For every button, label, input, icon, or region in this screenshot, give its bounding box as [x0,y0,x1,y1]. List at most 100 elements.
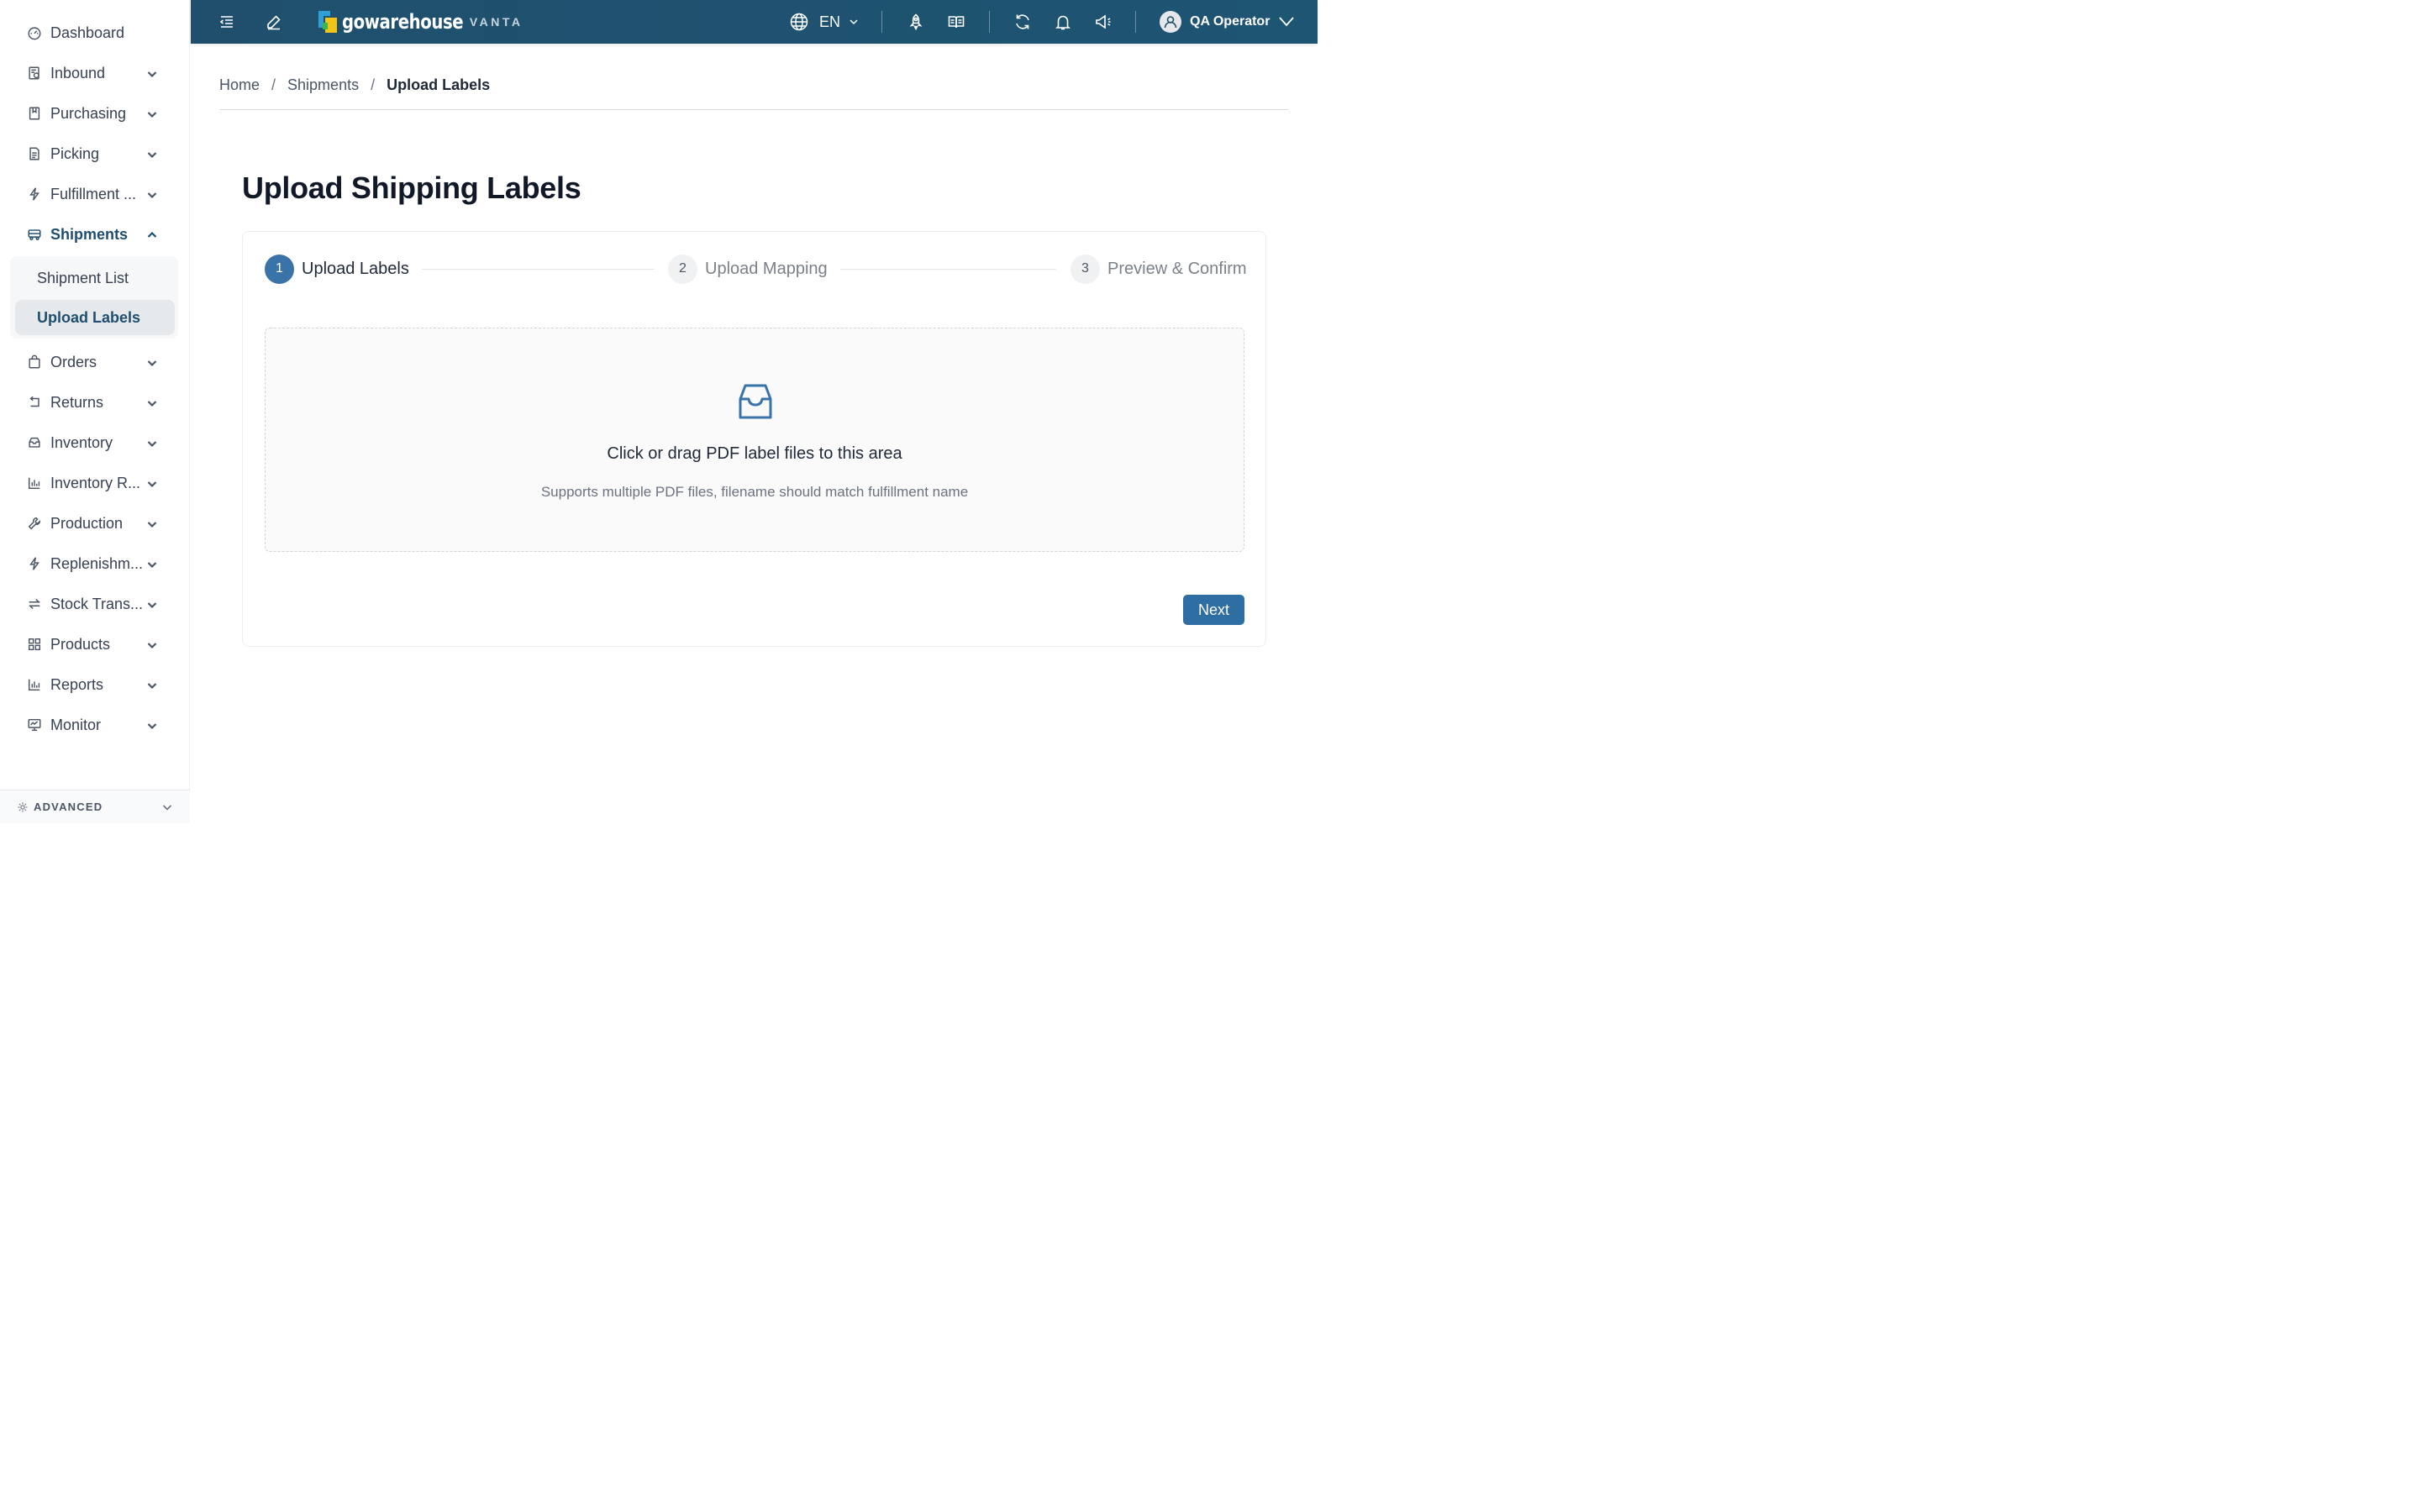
monitor-icon [25,716,44,734]
bar-chart-icon [25,675,44,694]
sidebar-item-orders[interactable]: Orders [13,345,176,379]
chevron-down-icon [850,19,858,25]
breadcrumb-separator: / [371,76,376,93]
step-number: 3 [1071,254,1100,284]
edit-icon[interactable] [263,11,285,33]
chevron-up-icon [146,228,160,241]
sidebar-item-reports[interactable]: Reports [13,668,176,701]
grid-icon [25,635,44,654]
sidebar-item-returns[interactable]: Returns [13,386,176,419]
sidebar: Dashboard Inbound Purchasing Picking Ful… [0,0,190,823]
page-title: Upload Shipping Labels [242,171,581,205]
chevron-down-icon [146,187,160,201]
sidebar-item-inventory[interactable]: Inventory [13,426,176,459]
sidebar-item-label: Products [50,635,111,653]
sidebar-item-label: Inbound [50,64,106,81]
divider [219,109,1288,110]
refresh-icon[interactable] [1012,11,1034,33]
rocket-icon[interactable] [905,11,927,33]
language-selector[interactable]: EN [789,11,859,33]
collapse-menu-icon[interactable] [216,11,238,33]
breadcrumb-current: Upload Labels [387,76,491,93]
sidebar-item-label: Picking [50,144,100,162]
shipments-submenu: Shipment List Upload Labels [10,256,178,339]
chevron-down-icon [146,396,160,409]
step-upload-mapping[interactable]: 2 Upload Mapping [668,254,828,284]
logo-subtitle: VANTA [469,15,523,29]
bar-chart-icon [25,474,44,492]
divider [881,11,882,33]
sidebar-item-production[interactable]: Production [13,507,176,540]
chevron-down-icon [161,801,173,816]
sidebar-item-monitor[interactable]: Monitor [13,708,176,742]
swap-icon [25,595,44,613]
lightning-icon [25,185,44,203]
sidebar-item-inventory-reports[interactable]: Inventory R... [13,466,176,500]
next-button[interactable]: Next [1183,595,1244,625]
dashboard-icon [25,24,44,42]
sidebar-item-stock-transfer[interactable]: Stock Trans... [13,587,176,621]
chevron-down-icon [146,678,160,691]
globe-icon [790,13,808,31]
sidebar-item-purchasing[interactable]: Purchasing [13,97,176,130]
dropzone-title: Click or drag PDF label files to this ar… [607,444,902,463]
sidebar-item-label: Dashboard [50,24,125,41]
chevron-down-icon [146,147,160,160]
step-label: Upload Mapping [705,259,828,278]
sidebar-item-shipments[interactable]: Shipments [13,218,176,251]
avatar [1160,11,1181,33]
step-label: Preview & Confirm [1107,259,1247,278]
lightning-icon [25,554,44,573]
language-label: EN [819,13,841,30]
user-icon [1164,16,1177,29]
advanced-label: ADVANCED [34,801,103,813]
sidebar-item-fulfillment[interactable]: Fulfillment ... [13,177,176,211]
chevron-down-icon [146,476,160,490]
user-menu[interactable]: QA Operator [1160,10,1295,34]
user-name: QA Operator [1190,14,1270,29]
truck-icon [25,225,44,244]
sidebar-item-label: Returns [50,393,104,411]
sidebar-item-replenishment[interactable]: Replenishm... [13,547,176,580]
inbox-icon [25,433,44,452]
chevron-down-icon [146,597,160,611]
chevron-down-icon [146,718,160,732]
sidebar-item-picking[interactable]: Picking [13,137,176,171]
sidebar-item-shipment-list[interactable]: Shipment List [15,260,175,296]
sidebar-item-label: Inventory R... [50,474,141,491]
sidebar-item-products[interactable]: Products [13,627,176,661]
chevron-down-icon [1278,15,1295,29]
shopping-bag-icon [25,353,44,371]
step-preview-confirm[interactable]: 3 Preview & Confirm [1071,254,1247,284]
purchasing-icon [25,104,44,123]
gear-icon [18,801,28,812]
book-icon[interactable] [945,11,967,33]
breadcrumb-shipments[interactable]: Shipments [287,76,359,94]
megaphone-icon[interactable] [1092,11,1114,33]
sidebar-item-label: Purchasing [50,104,127,122]
sidebar-item-inbound[interactable]: Inbound [13,56,176,90]
sidebar-item-label: Reports [50,675,104,693]
breadcrumb: Home / Shipments / Upload Labels [219,74,490,96]
chevron-down-icon [146,355,160,369]
chevron-down-icon [146,436,160,449]
step-number: 1 [265,254,294,284]
logo[interactable]: gowarehouse VANTA [318,10,523,34]
sidebar-item-label: Stock Trans... [50,595,144,612]
return-icon [25,393,44,412]
bell-icon[interactable] [1052,11,1074,33]
divider [1135,11,1136,33]
logo-text: gowarehouse [342,10,464,34]
sidebar-item-label: Orders [50,353,97,370]
chevron-down-icon [146,107,160,120]
breadcrumb-home[interactable]: Home [219,76,260,94]
picking-icon [25,144,44,163]
sidebar-item-dashboard[interactable]: Dashboard [13,16,176,50]
step-connector [422,269,655,270]
breadcrumb-separator: / [271,76,276,93]
advanced-toggle[interactable]: ADVANCED [0,790,190,823]
step-upload-labels[interactable]: 1 Upload Labels [265,254,409,284]
chevron-down-icon [146,557,160,570]
file-dropzone[interactable]: Click or drag PDF label files to this ar… [265,328,1244,552]
sidebar-item-upload-labels[interactable]: Upload Labels [15,300,175,335]
